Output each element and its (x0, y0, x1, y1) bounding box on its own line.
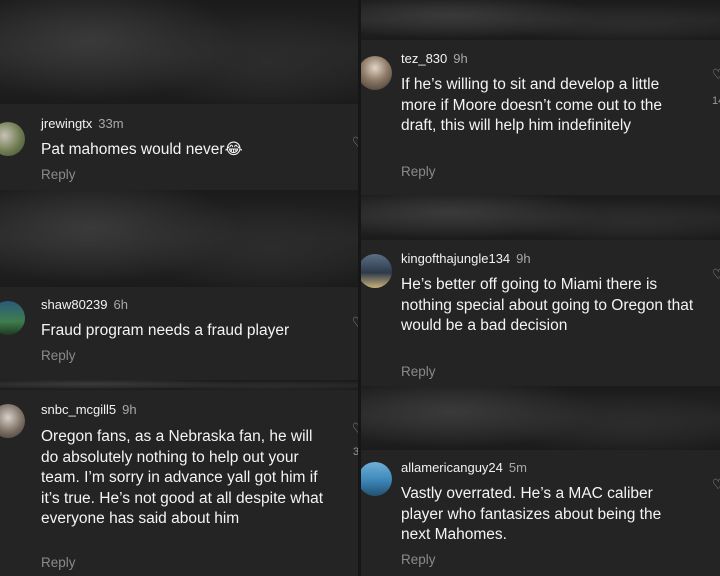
avatar[interactable] (0, 301, 25, 335)
comment-card: shaw80239 6h Fraud program needs a fraud … (0, 287, 358, 380)
blurred-region (0, 0, 358, 104)
reply-button[interactable]: Reply (401, 164, 436, 179)
reply-button[interactable]: Reply (41, 555, 76, 570)
avatar[interactable] (361, 254, 392, 288)
username-link[interactable]: snbc_mcgill5 (41, 402, 116, 417)
comment-text: If he’s willing to sit and develop a lit… (401, 76, 663, 134)
blurred-region (0, 190, 358, 287)
comment-header: jrewingtx 33m (41, 116, 124, 131)
username-link[interactable]: jrewingtx (41, 116, 92, 131)
heart-icon[interactable]: ♡ (352, 420, 358, 437)
timestamp: 9h (516, 251, 531, 266)
comment-text: Pat mahomes would never😂 (41, 141, 243, 158)
avatar[interactable] (0, 404, 25, 438)
comment-header: snbc_mcgill5 9h (41, 402, 137, 417)
comment-text: Vastly overrated. He’s a MAC caliber pla… (401, 485, 662, 543)
comment-card: snbc_mcgill5 9h Oregon fans, as a Nebrask… (0, 390, 358, 576)
comment-text: Fraud program needs a fraud player (41, 322, 290, 339)
blurred-region (0, 380, 358, 390)
heart-icon[interactable]: ♡ (712, 266, 720, 283)
right-screenshot: tez_830 9h If he’s willing to sit and dev… (361, 0, 720, 576)
reply-button[interactable]: Reply (41, 167, 76, 182)
comment-header: kingofthajungle134 9h (401, 251, 531, 266)
like-count: 14 (712, 95, 720, 107)
comment-card: kingofthajungle134 9h He’s better off goi… (361, 240, 720, 386)
comment-header: tez_830 9h (401, 51, 468, 66)
timestamp: 6h (113, 297, 128, 312)
comment-header: shaw80239 6h (41, 297, 128, 312)
comment-card: tez_830 9h If he’s willing to sit and dev… (361, 40, 720, 195)
blurred-region (361, 386, 720, 450)
timestamp: 9h (453, 51, 468, 66)
comment-card: allamericanguy24 5m Vastly overrated. He’… (361, 450, 720, 576)
comment-header: allamericanguy24 5m (401, 460, 527, 475)
username-link[interactable]: tez_830 (401, 51, 447, 66)
heart-icon[interactable]: ♡ (352, 314, 358, 331)
reply-button[interactable]: Reply (401, 552, 436, 567)
avatar[interactable] (0, 122, 25, 156)
timestamp: 33m (98, 116, 124, 131)
avatar[interactable] (361, 56, 392, 90)
reply-button[interactable]: Reply (41, 348, 76, 363)
reply-button[interactable]: Reply (401, 364, 436, 379)
username-link[interactable]: kingofthajungle134 (401, 251, 510, 266)
timestamp: 5m (508, 460, 527, 475)
comment-card: jrewingtx 33m Pat mahomes would never😂 Re… (0, 104, 358, 190)
blurred-region (361, 0, 720, 40)
comment-text: Oregon fans, as a Nebraska fan, he will … (41, 428, 324, 527)
blurred-region (361, 195, 720, 240)
comment-text: He’s better off going to Miami there is … (401, 276, 694, 334)
heart-icon[interactable]: ♡ (712, 476, 720, 493)
left-screenshot: jrewingtx 33m Pat mahomes would never😂 Re… (0, 0, 358, 576)
timestamp: 9h (122, 402, 137, 417)
avatar[interactable] (361, 462, 392, 496)
username-link[interactable]: shaw80239 (41, 297, 108, 312)
heart-icon[interactable]: ♡ (712, 66, 720, 83)
heart-icon[interactable]: ♡ (352, 134, 358, 151)
username-link[interactable]: allamericanguy24 (401, 460, 503, 475)
like-count: 3 (353, 446, 358, 458)
